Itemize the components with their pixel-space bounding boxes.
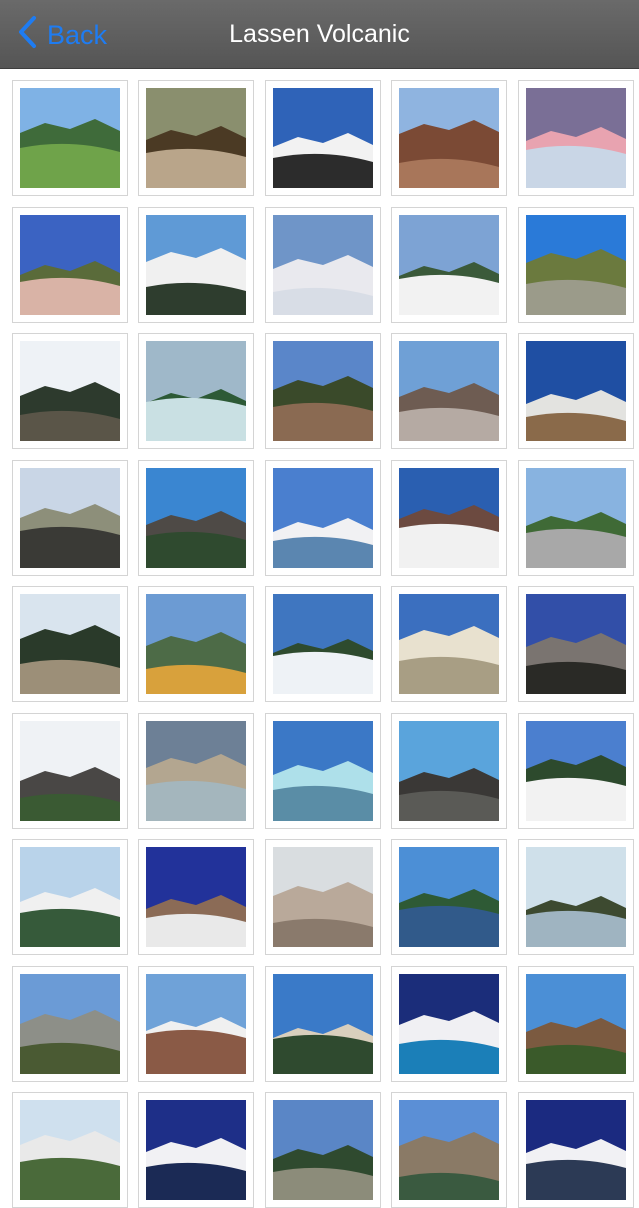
photo-thumbnail[interactable] [138, 460, 254, 576]
photo-thumbnail[interactable] [518, 80, 634, 196]
photo-image [526, 215, 626, 315]
photo-image [399, 594, 499, 694]
photo-image [399, 1100, 499, 1200]
photo-image [146, 468, 246, 568]
photo-thumbnail[interactable] [138, 966, 254, 1082]
photo-thumbnail[interactable] [138, 1092, 254, 1208]
photo-image [273, 1100, 373, 1200]
photo-image [399, 974, 499, 1074]
photo-thumbnail[interactable] [391, 586, 507, 702]
photo-image [146, 721, 246, 821]
photo-thumbnail[interactable] [518, 966, 634, 1082]
photo-image [273, 88, 373, 188]
photo-image [20, 847, 120, 947]
photo-thumbnail[interactable] [12, 966, 128, 1082]
photo-image [146, 974, 246, 1074]
photo-image [399, 721, 499, 821]
photo-thumbnail[interactable] [265, 586, 381, 702]
navigation-bar: Back Lassen Volcanic [0, 0, 639, 69]
photo-thumbnail[interactable] [518, 333, 634, 449]
photo-image [20, 88, 120, 188]
photo-thumbnail[interactable] [12, 839, 128, 955]
photo-image [20, 1100, 120, 1200]
photo-image [273, 974, 373, 1074]
photo-image [273, 594, 373, 694]
photo-thumbnail[interactable] [12, 713, 128, 829]
photo-thumbnail[interactable] [12, 586, 128, 702]
photo-thumbnail[interactable] [518, 586, 634, 702]
photo-thumbnail[interactable] [518, 1092, 634, 1208]
photo-thumbnail[interactable] [138, 713, 254, 829]
photo-thumbnail[interactable] [518, 839, 634, 955]
photo-thumbnail[interactable] [138, 586, 254, 702]
photo-image [146, 341, 246, 441]
photo-image [146, 847, 246, 947]
photo-image [526, 468, 626, 568]
photo-thumbnail[interactable] [391, 207, 507, 323]
photo-thumbnail[interactable] [391, 80, 507, 196]
photo-image [399, 847, 499, 947]
photo-thumbnail[interactable] [265, 207, 381, 323]
photo-image [273, 721, 373, 821]
photo-image [273, 341, 373, 441]
photo-image [146, 594, 246, 694]
photo-thumbnail[interactable] [138, 333, 254, 449]
photo-image [273, 847, 373, 947]
photo-image [526, 847, 626, 947]
photo-thumbnail[interactable] [518, 713, 634, 829]
photo-image [20, 974, 120, 1074]
photo-image [20, 215, 120, 315]
photo-thumbnail[interactable] [265, 713, 381, 829]
photo-thumbnail[interactable] [391, 333, 507, 449]
photo-thumbnail[interactable] [391, 839, 507, 955]
photo-thumbnail[interactable] [265, 80, 381, 196]
photo-image [146, 215, 246, 315]
page-title: Lassen Volcanic [229, 20, 410, 48]
photo-thumbnail[interactable] [12, 460, 128, 576]
photo-image [399, 88, 499, 188]
photo-image [20, 721, 120, 821]
photo-image [399, 468, 499, 568]
photo-thumbnail[interactable] [265, 1092, 381, 1208]
photo-thumbnail[interactable] [518, 207, 634, 323]
photo-thumbnail[interactable] [391, 460, 507, 576]
photo-image [399, 341, 499, 441]
photo-image [146, 1100, 246, 1200]
photo-thumbnail[interactable] [265, 460, 381, 576]
photo-thumbnail[interactable] [391, 966, 507, 1082]
photo-image [273, 215, 373, 315]
photo-image [20, 594, 120, 694]
photo-thumbnail[interactable] [138, 207, 254, 323]
photo-thumbnail[interactable] [12, 207, 128, 323]
photo-image [399, 215, 499, 315]
photo-thumbnail[interactable] [265, 333, 381, 449]
photo-thumbnail[interactable] [391, 713, 507, 829]
photo-thumbnail[interactable] [12, 333, 128, 449]
photo-image [146, 88, 246, 188]
photo-thumbnail[interactable] [138, 839, 254, 955]
photo-thumbnail[interactable] [265, 839, 381, 955]
photo-image [20, 468, 120, 568]
photo-thumbnail[interactable] [518, 460, 634, 576]
photo-thumbnail[interactable] [138, 80, 254, 196]
photo-image [526, 341, 626, 441]
photo-image [526, 88, 626, 188]
photo-thumbnail[interactable] [12, 1092, 128, 1208]
photo-image [526, 974, 626, 1074]
photo-image [20, 341, 120, 441]
photo-image [526, 1100, 626, 1200]
photo-thumbnail[interactable] [265, 966, 381, 1082]
photo-thumbnail[interactable] [12, 80, 128, 196]
photo-image [273, 468, 373, 568]
photo-image [526, 721, 626, 821]
photo-thumbnail[interactable] [391, 1092, 507, 1208]
photo-image [526, 594, 626, 694]
